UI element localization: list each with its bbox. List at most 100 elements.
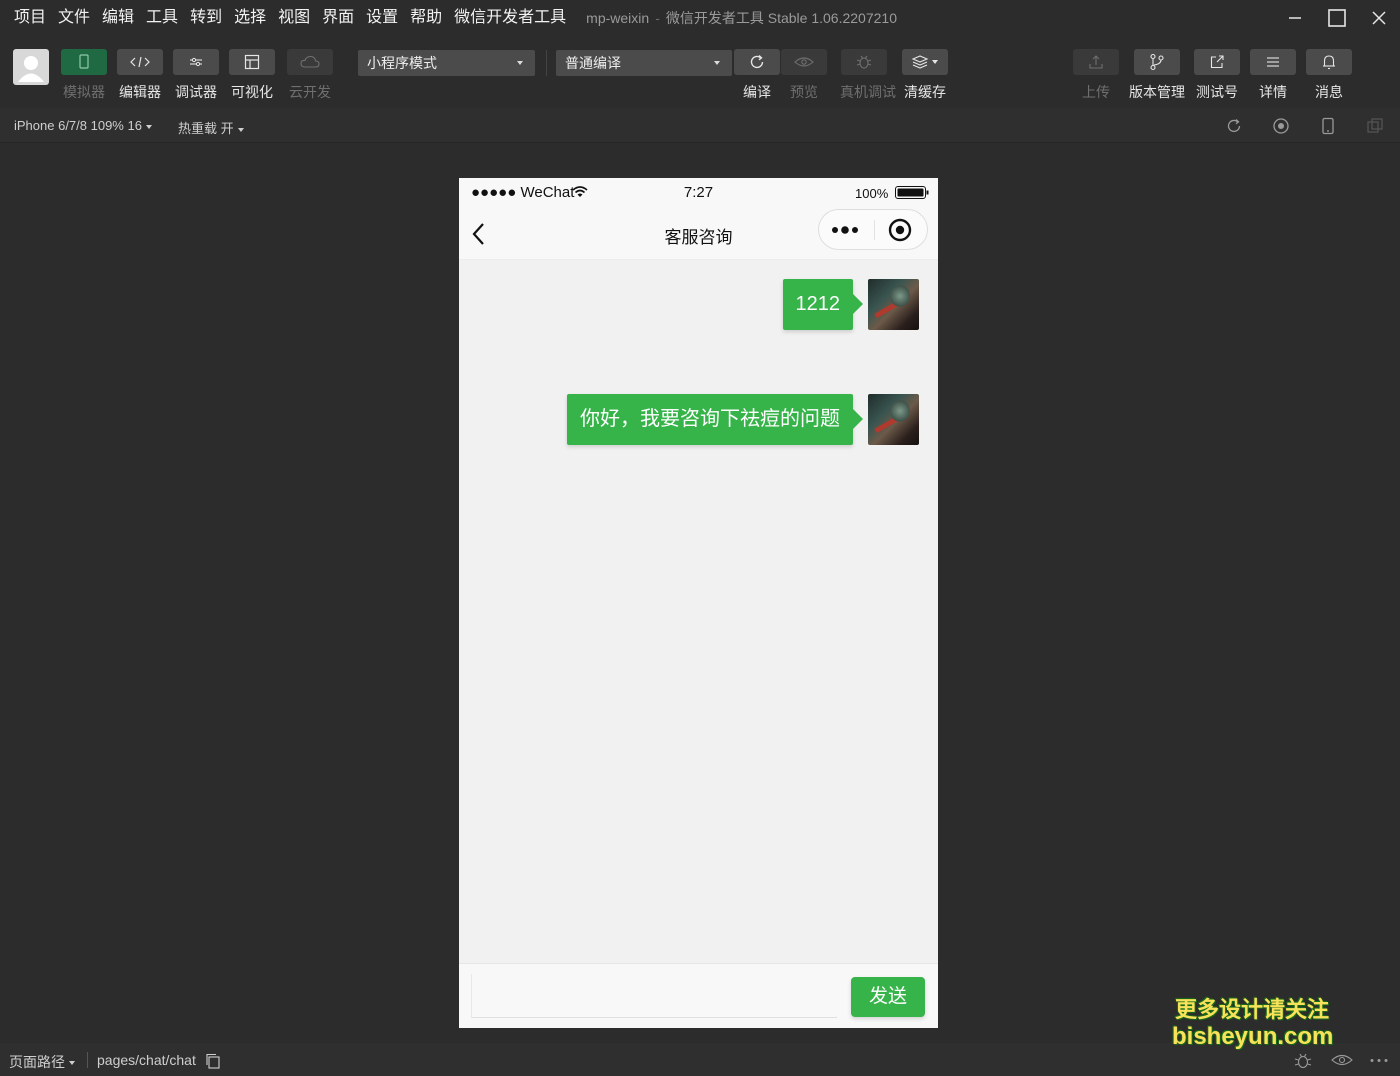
menu-devtools[interactable]: 微信开发者工具	[448, 0, 572, 36]
compile-tool[interactable]: 编译	[733, 49, 781, 102]
upload-tool[interactable]: 上传	[1072, 49, 1120, 102]
upload-button[interactable]	[1073, 49, 1119, 75]
chat-input-bar: 发送	[459, 963, 938, 1028]
phone-nav-bar: 客服咨询	[459, 208, 938, 260]
test-account-button[interactable]	[1194, 49, 1240, 75]
message-input[interactable]	[471, 974, 837, 1018]
copy-icon[interactable]	[205, 1053, 221, 1069]
main-toolbar: 模拟器 编辑器 调试器 可视化 云开发 小程序模式 普通编译 编译 预览 真机调…	[0, 36, 1400, 108]
simulator-tool[interactable]: 模拟器	[60, 49, 108, 102]
messages-tool[interactable]: 消息	[1305, 49, 1353, 102]
maximize-button[interactable]	[1316, 0, 1358, 36]
version-button[interactable]	[1134, 49, 1180, 75]
layout-icon	[244, 54, 260, 70]
cloud-icon	[300, 55, 320, 68]
hot-reload-select[interactable]: 热重载 开	[178, 118, 244, 137]
debugger-tool[interactable]: 调试器	[172, 49, 220, 102]
details-label: 详情	[1259, 84, 1287, 100]
close-window-button[interactable]	[1358, 0, 1400, 36]
compile-button[interactable]	[734, 49, 780, 75]
menu-help[interactable]: 帮助	[404, 0, 448, 36]
menu-tools[interactable]: 工具	[140, 0, 184, 36]
eye-icon[interactable]	[1331, 1053, 1353, 1067]
version-label: 版本管理	[1129, 84, 1185, 100]
bug-icon	[856, 55, 872, 69]
visual-label: 可视化	[231, 84, 273, 100]
menu-project[interactable]: 项目	[0, 0, 52, 36]
debugger-button[interactable]	[173, 49, 219, 75]
remote-debug-tool[interactable]: 真机调试	[840, 49, 896, 102]
test-account-tool[interactable]: 测试号	[1193, 49, 1241, 102]
menu-select[interactable]: 选择	[228, 0, 272, 36]
simulator-button[interactable]	[61, 49, 107, 75]
compile-select[interactable]: 普通编译	[556, 50, 732, 76]
more-icon[interactable]	[1370, 1058, 1388, 1063]
editor-label: 编辑器	[119, 84, 161, 100]
menu-edit[interactable]: 编辑	[96, 0, 140, 36]
preview-tool[interactable]: 预览	[780, 49, 828, 102]
preview-label: 预览	[790, 84, 818, 100]
menu-file[interactable]: 文件	[52, 0, 96, 36]
chevron-down-icon	[237, 127, 244, 132]
messages-label: 消息	[1315, 84, 1343, 100]
visual-tool[interactable]: 可视化	[228, 49, 276, 102]
menu-settings[interactable]: 设置	[360, 0, 404, 36]
rotate-icon[interactable]	[1225, 117, 1243, 135]
cloud-label: 云开发	[289, 84, 331, 100]
version-tool[interactable]: 版本管理	[1128, 49, 1186, 102]
send-button[interactable]: 发送	[851, 977, 925, 1017]
window-project-name: mp-weixin	[586, 10, 650, 26]
window-controls	[1274, 0, 1400, 36]
menu-bar: 项目 文件 编辑 工具 转到 选择 视图 界面 设置 帮助 微信开发者工具 mp…	[0, 0, 1400, 36]
simulator-subbar: iPhone 6/7/8 109% 16 热重载 开	[0, 108, 1400, 143]
watermark: 更多设计请关注 bisheyun.com	[1172, 996, 1333, 1050]
external-link-icon	[1210, 55, 1224, 69]
menu-goto[interactable]: 转到	[184, 0, 228, 36]
remote-debug-label: 真机调试	[840, 84, 896, 100]
chevron-down-icon	[145, 124, 152, 129]
details-tool[interactable]: 详情	[1249, 49, 1297, 102]
record-icon[interactable]	[1272, 117, 1290, 135]
details-button[interactable]	[1250, 49, 1296, 75]
page-path-select[interactable]: 页面路径	[9, 1052, 75, 1072]
messages-button[interactable]	[1306, 49, 1352, 75]
device-select-value: iPhone 6/7/8 109% 16	[14, 118, 142, 133]
menu-view[interactable]: 视图	[272, 0, 316, 36]
bug-icon[interactable]	[1293, 1051, 1313, 1071]
close-miniprogram-icon[interactable]	[888, 218, 912, 242]
menu-interface[interactable]: 界面	[316, 0, 360, 36]
page-path-value: pages/chat/chat	[97, 1052, 196, 1068]
detach-window-icon[interactable]	[1366, 117, 1384, 135]
chat-message: 你好，我要咨询下祛痘的问题	[567, 394, 919, 445]
phone-status-bar: ●●●●● WeChat 7:27 100%	[459, 178, 938, 208]
remote-debug-button[interactable]	[841, 49, 887, 75]
watermark-line-1: 更多设计请关注	[1174, 997, 1329, 1022]
simulator-label: 模拟器	[63, 84, 105, 100]
cloud-tool[interactable]: 云开发	[286, 49, 334, 102]
eye-icon	[794, 57, 814, 67]
visual-button[interactable]	[229, 49, 275, 75]
close-icon	[1372, 11, 1386, 25]
clear-cache-button[interactable]	[902, 49, 948, 75]
more-options-icon[interactable]	[831, 223, 861, 237]
device-select[interactable]: iPhone 6/7/8 109% 16	[14, 118, 152, 133]
battery-icon	[895, 186, 929, 199]
toolbar-divider	[546, 50, 547, 76]
page-path-label: 页面路径	[9, 1054, 65, 1070]
status-divider	[87, 1052, 88, 1068]
clear-cache-tool[interactable]: 清缓存	[901, 49, 949, 102]
editor-tool[interactable]: 编辑器	[116, 49, 164, 102]
avatar	[868, 279, 919, 330]
upload-label: 上传	[1082, 84, 1110, 100]
phone-icon	[79, 54, 89, 69]
device-frame-icon[interactable]	[1319, 117, 1337, 135]
preview-button[interactable]	[781, 49, 827, 75]
user-avatar[interactable]	[13, 49, 49, 85]
test-account-label: 测试号	[1196, 84, 1238, 100]
cloud-button[interactable]	[287, 49, 333, 75]
editor-button[interactable]	[117, 49, 163, 75]
chevron-down-icon	[69, 1061, 75, 1066]
mode-select[interactable]: 小程序模式	[358, 50, 535, 76]
clear-cache-label: 清缓存	[904, 84, 946, 100]
minimize-button[interactable]	[1274, 0, 1316, 36]
